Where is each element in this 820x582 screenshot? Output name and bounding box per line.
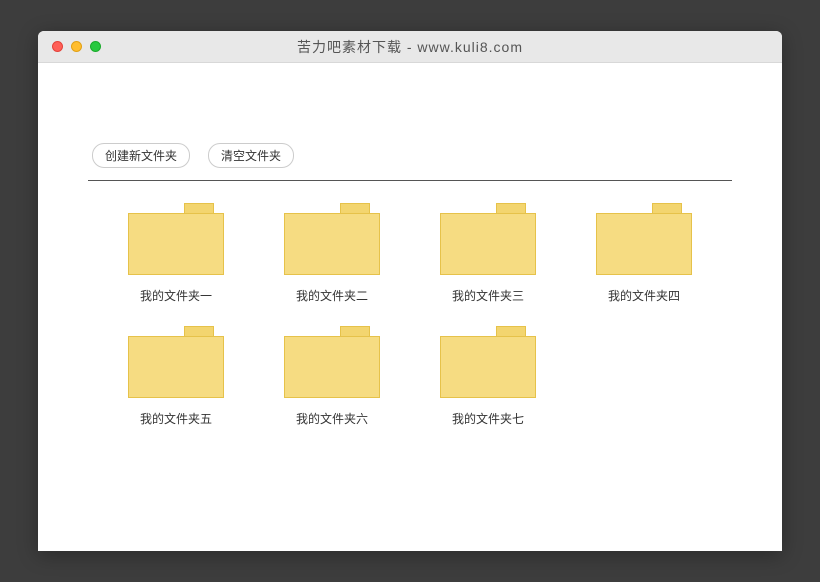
folder-icon	[128, 203, 224, 275]
app-window: 苦力吧素材下载 - www.kuli8.com 创建新文件夹 清空文件夹 我的文…	[38, 31, 782, 551]
folder-item[interactable]: 我的文件夹二	[272, 203, 392, 304]
content-area: 创建新文件夹 清空文件夹 我的文件夹一我的文件夹二我的文件夹三我的文件夹四我的文…	[38, 63, 782, 551]
folder-label: 我的文件夹五	[140, 410, 212, 427]
folder-label: 我的文件夹三	[452, 287, 524, 304]
folder-item[interactable]: 我的文件夹五	[116, 326, 236, 427]
folder-icon	[128, 326, 224, 398]
toolbar: 创建新文件夹 清空文件夹	[88, 143, 732, 168]
close-icon[interactable]	[52, 41, 63, 52]
folder-item[interactable]: 我的文件夹一	[116, 203, 236, 304]
divider	[88, 180, 732, 181]
folder-label: 我的文件夹二	[296, 287, 368, 304]
titlebar: 苦力吧素材下载 - www.kuli8.com	[38, 31, 782, 63]
folder-icon	[284, 326, 380, 398]
folder-label: 我的文件夹一	[140, 287, 212, 304]
folder-icon	[284, 203, 380, 275]
folder-item[interactable]: 我的文件夹三	[428, 203, 548, 304]
minimize-icon[interactable]	[71, 41, 82, 52]
folder-grid: 我的文件夹一 我的文件夹二 我的文件夹三 我的文件夹四我的文件夹五 我的文件夹六 我的文件…	[88, 203, 732, 427]
create-folder-button[interactable]: 创建新文件夹	[92, 143, 190, 168]
folder-item[interactable]: 我的文件夹四	[584, 203, 704, 304]
folder-item[interactable]: 我的文件夹六	[272, 326, 392, 427]
folder-icon	[440, 326, 536, 398]
window-controls	[38, 41, 101, 52]
maximize-icon[interactable]	[90, 41, 101, 52]
folder-label: 我的文件夹六	[296, 410, 368, 427]
folder-icon	[596, 203, 692, 275]
folder-item[interactable]: 我的文件夹七	[428, 326, 548, 427]
folder-label: 我的文件夹七	[452, 410, 524, 427]
folder-icon	[440, 203, 536, 275]
clear-folders-button[interactable]: 清空文件夹	[208, 143, 294, 168]
folder-label: 我的文件夹四	[608, 287, 680, 304]
window-title: 苦力吧素材下载 - www.kuli8.com	[38, 37, 782, 57]
